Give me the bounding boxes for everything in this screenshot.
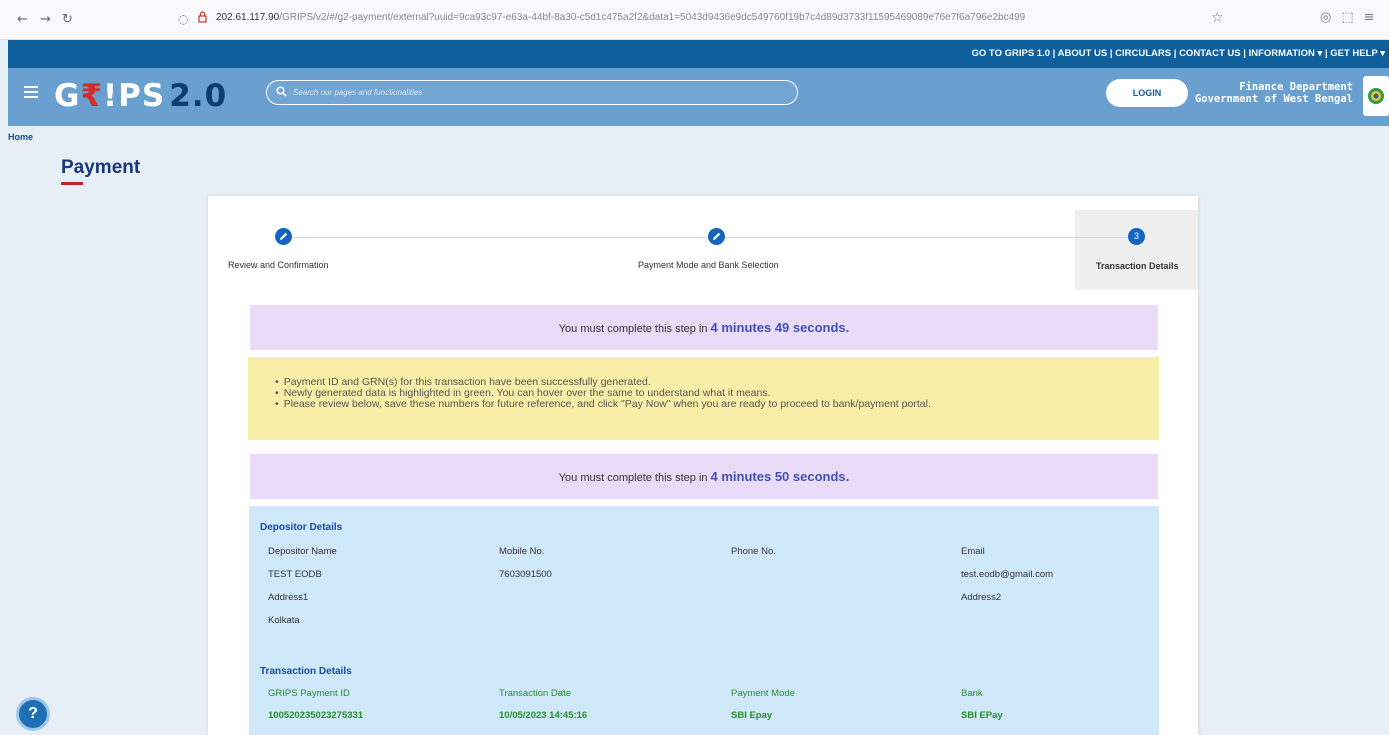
- step-2-pencil-icon[interactable]: [708, 228, 725, 245]
- active-step-highlight: [1075, 210, 1198, 290]
- state-emblem-icon: [1363, 76, 1389, 116]
- info-notice: Payment ID and GRN(s) for this transacti…: [248, 357, 1159, 440]
- address1-value: Kolkata: [268, 615, 300, 626]
- reload-icon[interactable]: ↻: [62, 12, 73, 27]
- timer-value: 4 minutes 49 seconds.: [710, 320, 850, 335]
- timer-value: 4 minutes 50 seconds.: [710, 469, 850, 484]
- payment-id-label: GRIPS Payment ID: [268, 688, 350, 699]
- phone-label: Phone No.: [731, 546, 776, 557]
- login-button[interactable]: LOGIN: [1106, 79, 1188, 107]
- depositor-details-title: Depositor Details: [260, 522, 343, 533]
- hamburger-menu-icon[interactable]: [24, 86, 38, 98]
- timer-label: You must complete this step in: [558, 323, 708, 335]
- title-underline: [61, 182, 83, 185]
- link-circulars[interactable]: CIRCULARS: [1115, 48, 1171, 59]
- link-get-help[interactable]: GET HELP ▾: [1330, 48, 1385, 59]
- step-3-label[interactable]: Transaction Details: [1096, 261, 1179, 271]
- search-box[interactable]: [266, 80, 798, 105]
- mobile-value: 7603091500: [499, 569, 552, 580]
- site-header: G₹!PS2.0 LOGIN Finance Department Govern…: [8, 68, 1389, 126]
- details-panel: Depositor Details Depositor Name Mobile …: [249, 506, 1159, 735]
- link-go-to-grips-1[interactable]: GO TO GRIPS 1.0: [972, 48, 1051, 59]
- link-contact-us[interactable]: CONTACT US: [1179, 48, 1241, 59]
- timer-banner-1: You must complete this step in 4 minutes …: [250, 305, 1158, 350]
- lock-icon[interactable]: [198, 11, 207, 23]
- browser-menu-icons[interactable]: ◎⬚≡: [1320, 10, 1385, 25]
- payment-mode-value[interactable]: SBI Epay: [731, 710, 772, 721]
- link-about-us[interactable]: ABOUT US: [1058, 48, 1108, 59]
- depositor-name-value: TEST EODB: [268, 569, 322, 580]
- notice-item: Please review below, save these numbers …: [275, 399, 1159, 410]
- page-title: Payment: [61, 157, 141, 178]
- breadcrumb-home[interactable]: Home: [8, 132, 33, 142]
- mobile-label: Mobile No.: [499, 546, 545, 557]
- step-1-pencil-icon[interactable]: [275, 228, 292, 245]
- bank-value[interactable]: SBI EPay: [961, 710, 1003, 721]
- transaction-date-value[interactable]: 10/05/2023 14:45:16: [499, 710, 587, 721]
- payment-id-value[interactable]: 100520235023275331: [268, 710, 363, 721]
- search-icon: [276, 86, 287, 97]
- email-label: Email: [961, 546, 985, 557]
- depositor-name-label: Depositor Name: [268, 546, 337, 557]
- address2-label: Address2: [961, 592, 1002, 603]
- step-1-label[interactable]: Review and Confirmation: [228, 260, 329, 270]
- address-bar[interactable]: 202.61.117.90/GRIPS/v2/#/g2-payment/exte…: [216, 12, 1096, 23]
- browser-toolbar: ← → ↻ ◌ 202.61.117.90/GRIPS/v2/#/g2-paym…: [0, 0, 1389, 40]
- transaction-date-label: Transaction Date: [499, 688, 571, 699]
- step-3-number[interactable]: 3: [1128, 228, 1145, 245]
- transaction-details-title: Transaction Details: [260, 666, 352, 677]
- search-input[interactable]: [293, 84, 783, 101]
- link-information[interactable]: INFORMATION ▾: [1249, 48, 1323, 59]
- shield-icon[interactable]: ◌: [178, 12, 188, 26]
- bookmark-star-icon[interactable]: ☆: [1211, 10, 1224, 26]
- address1-label: Address1: [268, 592, 309, 603]
- step-2-label[interactable]: Payment Mode and Bank Selection: [638, 260, 779, 270]
- forward-icon[interactable]: →: [40, 12, 51, 27]
- department-name: Finance Department Government of West Be…: [1194, 81, 1353, 105]
- email-value: test.eodb@gmail.com: [961, 569, 1054, 580]
- back-icon[interactable]: ←: [17, 12, 28, 27]
- payment-mode-label: Payment Mode: [731, 688, 795, 699]
- bank-label: Bank: [961, 688, 983, 699]
- payment-card: Review and Confirmation Payment Mode and…: [208, 196, 1198, 735]
- top-link-bar: GO TO GRIPS 1.0 | ABOUT US | CIRCULARS |…: [8, 40, 1389, 68]
- grips-logo[interactable]: G₹!PS 2.0: [54, 78, 227, 114]
- timer-banner-2: You must complete this step in 4 minutes …: [250, 454, 1158, 499]
- timer-label: You must complete this step in: [558, 472, 708, 484]
- help-button[interactable]: ?: [16, 697, 50, 731]
